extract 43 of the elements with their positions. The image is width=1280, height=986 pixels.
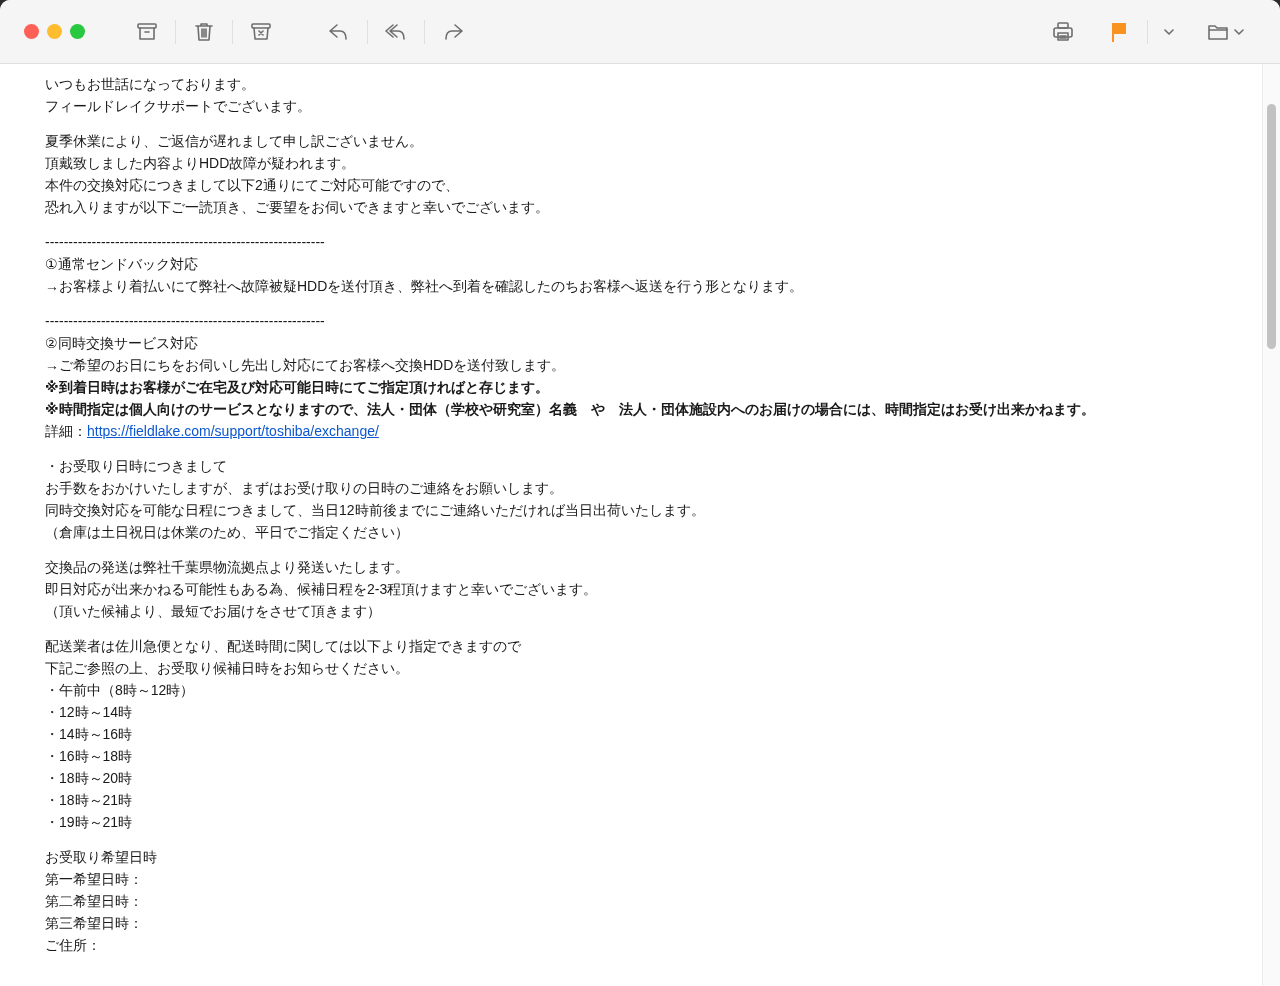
separator-text: ------------------------------------------------------------ xyxy=(45,312,326,331)
body-text: ・18時～20時 xyxy=(45,769,134,788)
body-text: ・午前中（8時～12時） xyxy=(45,681,196,700)
body-text: 配送業者は佐川急便となり、配送時間に関しては以下より指定できますので xyxy=(45,637,522,656)
chevron-down-icon xyxy=(1164,28,1174,35)
close-button[interactable] xyxy=(24,24,39,39)
body-text: お受取り希望日時 xyxy=(45,848,158,867)
body-text: お手数をおかけいたしますが、まずはお受け取りの日時のご連絡をお願いします。 xyxy=(45,479,564,498)
body-text: ・お受取り日時につきまして xyxy=(45,457,228,476)
body-text: 同時交換対応を可能な日程につきまして、当日12時前後までにご連絡いただければ当日出荷いたします。 xyxy=(45,501,706,520)
body-text: ・12時～14時 xyxy=(45,703,134,722)
body-text: →ご希望のお日にちをお伺いし先出し対応にてお客様へ交換HDDを送付致します。 xyxy=(45,356,567,375)
body-text: いつもお世話になっております。 xyxy=(45,75,256,94)
label-text: 詳細： xyxy=(45,422,87,441)
notice-text: ※到着日時はお客様がご在宅及び対応可能日時にてご指定頂ければと存じます。 xyxy=(45,378,550,397)
body-text: ②同時交換サービス対応 xyxy=(45,334,199,353)
body-text: 夏季休業により、ご返信が遅れまして申し訳ございません。 xyxy=(45,132,424,151)
notice-text: ※時間指定は個人向けのサービスとなりますので、法人・団体（学校や研究室）名義 や 法人・団体施設内へのお届けの場合には、時間指定はお受け出来かねます。 xyxy=(45,400,1096,419)
scrollbar-thumb[interactable] xyxy=(1267,104,1276,349)
body-text: 交換品の発送は弊社千葉県物流拠点より発送いたします。 xyxy=(45,558,410,577)
body-text: →お客様より着払いにて弊社へ故障被疑HDDを送付頂き、弊社へ到着を確認したのちお客様へ返送を行う形となります。 xyxy=(45,277,805,296)
zoom-button[interactable] xyxy=(70,24,85,39)
body-text: （倉庫は土日祝日は休業のため、平日でご指定ください） xyxy=(45,523,410,542)
link[interactable]: https://fieldlake.com/support/toshiba/exchange/ xyxy=(87,420,379,442)
body-text: ・14時～16時 xyxy=(45,725,134,744)
printer-icon xyxy=(1051,19,1075,44)
body-text: 下記ご参照の上、お受取り候補日時をお知らせください。 xyxy=(45,659,410,678)
body-text: 第三希望日時： xyxy=(45,914,144,933)
body-text: 第二希望日時： xyxy=(45,892,144,911)
body-text: 恐れ入りますが以下ご一読頂き、ご要望をお伺いできますと幸いでございます。 xyxy=(45,198,550,217)
body-text: 本件の交換対応につきまして以下2通りにてご対応可能ですので、 xyxy=(45,176,460,195)
chevron-down-icon xyxy=(1234,28,1244,35)
body-text: 即日対応が出来かねる可能性もある為、候補日程を2-3程頂けますと幸いでございます。 xyxy=(45,580,599,599)
body-text: ・16時～18時 xyxy=(45,747,134,766)
body-text: ①通常センドバック対応 xyxy=(45,255,199,274)
separator-text: ------------------------------------------------------------ xyxy=(45,233,326,252)
body-text: フィールドレイクサポートでございます。 xyxy=(45,97,312,116)
body-text: 第一希望日時： xyxy=(45,870,144,889)
body-text: ・19時～21時 xyxy=(45,813,134,832)
body-text: ・18時～21時 xyxy=(45,791,134,810)
body-text: ご住所： xyxy=(45,936,102,955)
body-text: （頂いた候補より、最短でお届けをさせて頂きます） xyxy=(45,602,382,621)
body-text: 頂戴致しました内容よりHDD故障が疑われます。 xyxy=(45,154,357,173)
